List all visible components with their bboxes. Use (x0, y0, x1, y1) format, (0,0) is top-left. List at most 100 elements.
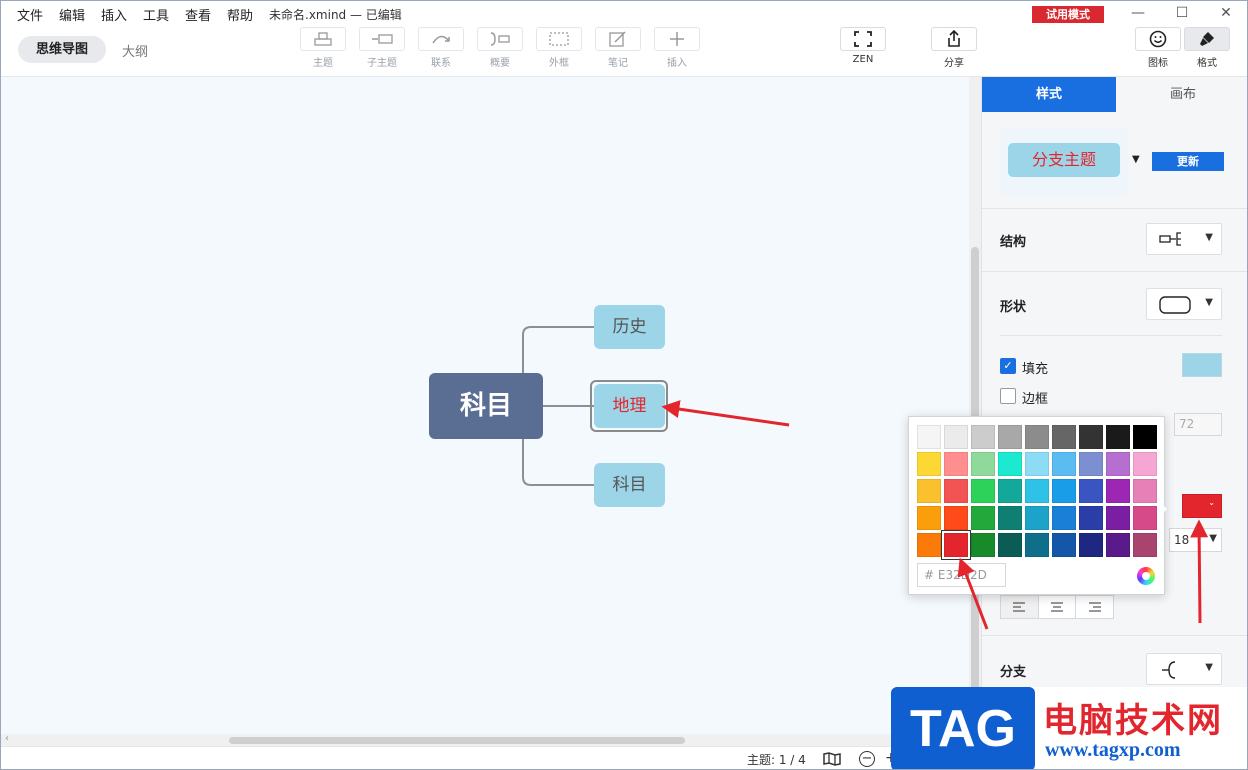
color-swatch[interactable] (1079, 452, 1103, 476)
menu-insert[interactable]: 插入 (101, 5, 127, 24)
color-swatch[interactable] (971, 506, 995, 530)
fill-color-swatch[interactable] (1182, 353, 1222, 377)
trial-mode-badge[interactable]: 试用模式 (1032, 6, 1104, 23)
align-right-button[interactable] (1076, 596, 1114, 618)
menu-view[interactable]: 查看 (185, 5, 211, 24)
color-swatch[interactable] (1052, 533, 1076, 557)
color-swatch[interactable] (971, 533, 995, 557)
color-swatch[interactable] (1133, 479, 1157, 503)
color-swatch[interactable] (944, 452, 968, 476)
divider (1000, 335, 1222, 336)
color-swatch[interactable] (917, 533, 941, 557)
maximize-button[interactable]: ☐ (1167, 3, 1197, 23)
color-swatch[interactable] (971, 425, 995, 449)
shape-dropdown[interactable]: ▼ (1146, 288, 1222, 320)
color-swatch[interactable] (1052, 452, 1076, 476)
summary-tool[interactable]: 概要 (476, 27, 524, 69)
color-swatch[interactable] (1079, 533, 1103, 557)
fill-checkbox[interactable]: ✓ (1000, 358, 1016, 374)
border-checkbox[interactable] (1000, 388, 1016, 404)
color-swatch[interactable] (917, 425, 941, 449)
align-left-button[interactable] (1001, 596, 1039, 618)
color-swatch[interactable] (942, 531, 970, 559)
color-swatch[interactable] (1025, 506, 1049, 530)
color-swatch[interactable] (944, 425, 968, 449)
menu-file[interactable]: 文件 (17, 5, 43, 24)
color-swatch[interactable] (1052, 425, 1076, 449)
hex-color-input[interactable]: # E32D2D (917, 563, 1006, 587)
color-swatch[interactable] (1052, 479, 1076, 503)
map-icon[interactable] (823, 752, 841, 766)
branch-dropdown[interactable]: ▼ (1146, 653, 1222, 685)
share-tool[interactable]: 分享 (930, 27, 978, 69)
central-topic[interactable]: 科目 (429, 373, 543, 439)
structure-dropdown[interactable]: ▼ (1146, 223, 1222, 255)
color-swatch[interactable] (1133, 506, 1157, 530)
update-style-button[interactable]: 更新 (1152, 152, 1224, 171)
color-swatch[interactable] (1079, 479, 1103, 503)
color-swatch[interactable] (1133, 452, 1157, 476)
horizontal-scrollbar[interactable]: ‹ (1, 733, 969, 746)
style-dropdown-icon[interactable]: ▼ (1132, 154, 1140, 165)
color-swatch[interactable] (917, 506, 941, 530)
tab-canvas[interactable]: 画布 (1116, 77, 1247, 112)
color-swatch[interactable] (998, 506, 1022, 530)
note-tool[interactable]: 笔记 (594, 27, 642, 69)
insert-tool[interactable]: 插入 (653, 27, 701, 69)
zen-tool[interactable]: ZEN (839, 27, 887, 65)
color-swatch[interactable] (1106, 452, 1130, 476)
menu-edit[interactable]: 编辑 (59, 5, 85, 24)
color-swatch[interactable] (971, 479, 995, 503)
menu-help[interactable]: 帮助 (227, 5, 253, 24)
color-swatch[interactable] (1133, 425, 1157, 449)
icon-panel-tool[interactable]: 图标 (1134, 27, 1182, 69)
topic-node-geography[interactable]: 地理 (594, 384, 665, 428)
subtopic-tool[interactable]: 子主题 (358, 27, 406, 69)
color-swatch[interactable] (1106, 425, 1130, 449)
font-size-select[interactable]: 18 ▼ (1169, 528, 1222, 552)
boundary-tool[interactable]: 外框 (535, 27, 583, 69)
color-swatch[interactable] (917, 479, 941, 503)
format-panel-tool[interactable]: 格式 (1183, 27, 1231, 69)
topic-tool[interactable]: 主题 (299, 27, 347, 69)
color-swatch[interactable] (1025, 425, 1049, 449)
color-swatch[interactable] (998, 452, 1022, 476)
opacity-input[interactable]: 72 (1174, 413, 1222, 436)
color-swatch[interactable] (944, 506, 968, 530)
minimize-button[interactable]: — (1123, 3, 1153, 23)
tab-style[interactable]: 样式 (982, 77, 1116, 112)
style-preview[interactable]: 分支主题 (1000, 127, 1128, 195)
close-button[interactable]: ✕ (1211, 3, 1241, 23)
color-swatch[interactable] (1025, 533, 1049, 557)
color-wheel-icon[interactable] (1137, 567, 1155, 585)
color-swatch[interactable] (1079, 425, 1103, 449)
align-center-button[interactable] (1038, 596, 1077, 618)
relationship-label: 联系 (431, 58, 451, 69)
color-swatch[interactable] (1106, 479, 1130, 503)
color-swatch[interactable] (998, 479, 1022, 503)
color-swatch[interactable] (1025, 452, 1049, 476)
color-swatch[interactable] (998, 425, 1022, 449)
text-color-button[interactable]: ⌄ (1182, 494, 1222, 518)
color-swatch[interactable] (971, 452, 995, 476)
color-swatch[interactable] (1052, 506, 1076, 530)
color-swatch[interactable] (1079, 506, 1103, 530)
color-swatch[interactable] (1025, 479, 1049, 503)
color-swatch[interactable] (1106, 533, 1130, 557)
topic-node-history[interactable]: 历史 (594, 305, 665, 349)
zoom-out-button[interactable]: − (859, 751, 875, 767)
color-swatch[interactable] (1133, 533, 1157, 557)
palette-pointer (1159, 501, 1167, 517)
color-swatch[interactable] (944, 479, 968, 503)
color-swatch[interactable] (1106, 506, 1130, 530)
menu-tools[interactable]: 工具 (143, 5, 169, 24)
tab-outline[interactable]: 大纲 (122, 41, 148, 60)
relationship-tool[interactable]: 联系 (417, 27, 465, 69)
tab-mindmap[interactable]: 思维导图 (18, 36, 106, 63)
horizontal-scroll-thumb[interactable] (229, 737, 685, 744)
vertical-scrollbar[interactable] (969, 77, 981, 747)
color-swatch[interactable] (998, 533, 1022, 557)
scroll-left-icon[interactable]: ‹ (5, 733, 9, 744)
color-swatch[interactable] (917, 452, 941, 476)
topic-node-subject[interactable]: 科目 (594, 463, 665, 507)
